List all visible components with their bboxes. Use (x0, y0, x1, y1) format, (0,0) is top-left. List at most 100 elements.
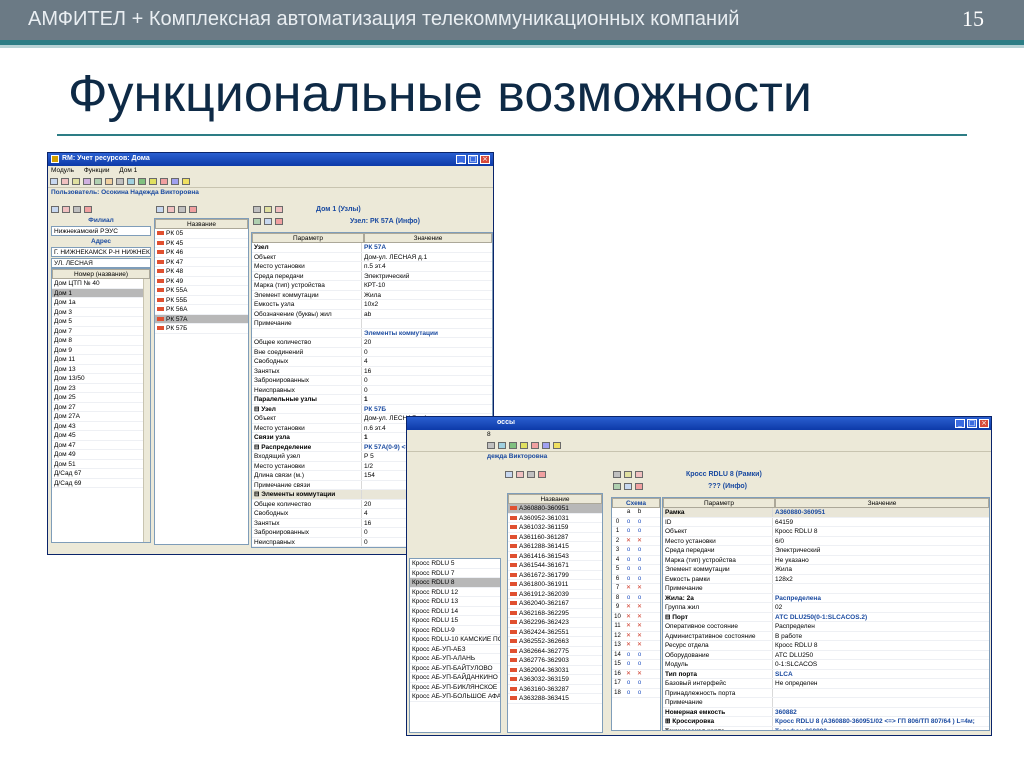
frame-row[interactable]: А363160-363287 (508, 685, 602, 694)
property-row[interactable]: Рамка А360880-360951 (663, 508, 989, 518)
node-row[interactable]: РК 45 (155, 239, 248, 248)
scheme-pair-b[interactable]: o (634, 565, 645, 574)
property-row[interactable]: ⊟ Узел РК 57Б (252, 404, 492, 414)
scrollbar[interactable] (143, 279, 150, 542)
frame-row[interactable]: А361544-361671 (508, 561, 602, 571)
toolbar-icon[interactable] (189, 206, 197, 213)
node-row[interactable]: РК 48 (155, 267, 248, 277)
scheme-pair-b[interactable]: ✕ (634, 641, 645, 650)
property-row[interactable]: Марка (тип) устройства Не указано (663, 555, 989, 565)
scheme-pair-a[interactable]: o (623, 575, 634, 584)
toolbar-icon[interactable] (51, 206, 59, 213)
property-row[interactable]: Среда передачи Электрический (252, 271, 492, 281)
property-row[interactable]: Емкость узла 10х2 (252, 300, 492, 310)
street-field[interactable]: УЛ. ЛЕСНАЯ (51, 258, 151, 268)
property-row[interactable]: Административное состояние В работе (663, 631, 989, 641)
toolbar-icon[interactable] (182, 178, 190, 185)
scheme-pair-b[interactable]: ✕ (634, 537, 645, 546)
house-row[interactable]: Дом 49 (52, 450, 150, 460)
branch-select[interactable]: Нижнекамский РЭУС (51, 226, 151, 236)
scheme-pair-b[interactable]: o (634, 518, 645, 527)
house-row[interactable]: Дом 51 (52, 460, 150, 469)
frame-row[interactable]: А361160-361287 (508, 533, 602, 542)
property-row[interactable]: Объект Дом-ул. ЛЕСНАЯ д.1 (252, 252, 492, 262)
toolbar-icon[interactable] (149, 178, 157, 185)
house-row[interactable]: Дом 1а (52, 298, 150, 308)
cross-row[interactable]: Кросс RDLU 15 (410, 616, 500, 626)
frame-row[interactable]: А361672-361799 (508, 571, 602, 580)
node-row[interactable]: РК 46 (155, 248, 248, 258)
property-row[interactable]: Элемент коммутации Жила (663, 565, 989, 575)
toolbar-icon[interactable] (253, 206, 261, 213)
scheme-header[interactable]: Схема (612, 498, 660, 508)
property-row[interactable]: Обозначение (буквы) жил ab (252, 309, 492, 319)
scheme-pair-a[interactable]: ✕ (623, 670, 634, 679)
property-row[interactable]: Номерная емкость 360882 (663, 707, 989, 717)
cross-row[interactable]: Кросс АБ-УП-АБЗ (410, 645, 500, 654)
house-row[interactable]: Дом 25 (52, 393, 150, 403)
scheme-pair-b[interactable]: ✕ (634, 632, 645, 641)
property-row[interactable]: ID 64159 (663, 517, 989, 527)
house-row[interactable]: Дом 11 (52, 355, 150, 365)
toolbar-icon[interactable] (116, 178, 124, 185)
property-row[interactable]: Группа жил 02 (663, 603, 989, 613)
toolbar-icon[interactable] (275, 206, 283, 213)
close-button[interactable]: × (480, 155, 490, 164)
scheme-pair-a[interactable]: o (623, 518, 634, 527)
property-row[interactable]: Место установки п.5 эт.4 (252, 262, 492, 272)
nodes-column-header[interactable]: Название (155, 219, 248, 229)
value-column-header[interactable]: Значение (775, 498, 989, 508)
scheme-pair-a[interactable]: o (623, 594, 634, 603)
house-row[interactable]: Дом 8 (52, 336, 150, 346)
scheme-pair-a[interactable]: o (623, 546, 634, 555)
house-row[interactable]: Д/Сад 67 (52, 469, 150, 479)
cross-row[interactable]: Кросс АБ-УП-БИКЛЯНСКОЕ (410, 683, 500, 692)
property-row[interactable]: Примечание (663, 584, 989, 594)
frame-row[interactable]: А361032-361159 (508, 523, 602, 533)
cross-row[interactable]: Кросс RDLU 12 (410, 588, 500, 597)
scheme-pair-b[interactable]: ✕ (634, 613, 645, 622)
scheme-pair-a[interactable]: ✕ (623, 613, 634, 622)
property-row[interactable]: Свободных 4 (252, 357, 492, 367)
property-row[interactable]: Жила: 2а Распределена (663, 593, 989, 603)
toolbar-icon[interactable] (253, 218, 261, 225)
frame-row[interactable]: А361288-361415 (508, 542, 602, 552)
param-column-header[interactable]: Параметр (663, 498, 775, 508)
toolbar-icon[interactable] (156, 206, 164, 213)
toolbar-icon[interactable] (73, 206, 81, 213)
scheme-pair-a[interactable]: o (623, 679, 634, 688)
property-row[interactable]: ⊟ Порт АТС DLU250(0-1:SLCACOS.2) (663, 612, 989, 622)
frame-row[interactable]: А360952-361031 (508, 514, 602, 523)
scheme-pair-a[interactable]: ✕ (623, 584, 634, 593)
frame-row[interactable]: А362776-362903 (508, 656, 602, 666)
node-row[interactable]: РК 47 (155, 258, 248, 267)
property-row[interactable]: Паралельные узлы 1 (252, 395, 492, 405)
frames-column-header[interactable]: Название (508, 494, 602, 504)
property-row[interactable]: Оперативное состояние Распределен (663, 622, 989, 632)
property-row[interactable]: Неисправных 0 (252, 385, 492, 395)
cross-row[interactable]: Кросс RDLU 14 (410, 607, 500, 616)
scheme-pair-a[interactable]: o (623, 651, 634, 660)
node-row[interactable]: РК 56А (155, 305, 248, 315)
scheme-pair-a[interactable]: ✕ (623, 622, 634, 631)
scheme-pair-a[interactable]: o (623, 689, 634, 698)
cross-row[interactable]: Кросс АБ-УП-БАЙТУЛОВО (410, 664, 500, 673)
node-row[interactable]: РК 57А (155, 314, 248, 324)
scheme-pair-b[interactable]: o (634, 651, 645, 660)
house-row[interactable]: Дом 5 (52, 317, 150, 327)
window-titlebar[interactable]: RM: Учет ресурсов: Дома _ □ × (48, 153, 493, 166)
toolbar-icon[interactable] (487, 442, 495, 449)
scheme-pair-b[interactable]: o (634, 575, 645, 584)
node-row[interactable]: РК 57Б (155, 324, 248, 334)
house-row[interactable]: Дом ЦТП № 40 (52, 279, 150, 289)
property-row[interactable]: Элементы коммутации (252, 328, 492, 338)
frame-row[interactable]: А362040-362167 (508, 599, 602, 609)
toolbar-icon[interactable] (509, 442, 517, 449)
scheme-pair-b[interactable]: ✕ (634, 670, 645, 679)
property-row[interactable]: Принадлежность порта (663, 688, 989, 698)
frame-row[interactable]: А361912-362039 (508, 590, 602, 599)
minimize-button[interactable]: _ (955, 419, 965, 428)
cross-row[interactable]: Кросс RDLU 13 (410, 597, 500, 607)
toolbar-icon[interactable] (613, 483, 621, 490)
property-row[interactable]: Оборудование АТС DLU250 (663, 650, 989, 660)
